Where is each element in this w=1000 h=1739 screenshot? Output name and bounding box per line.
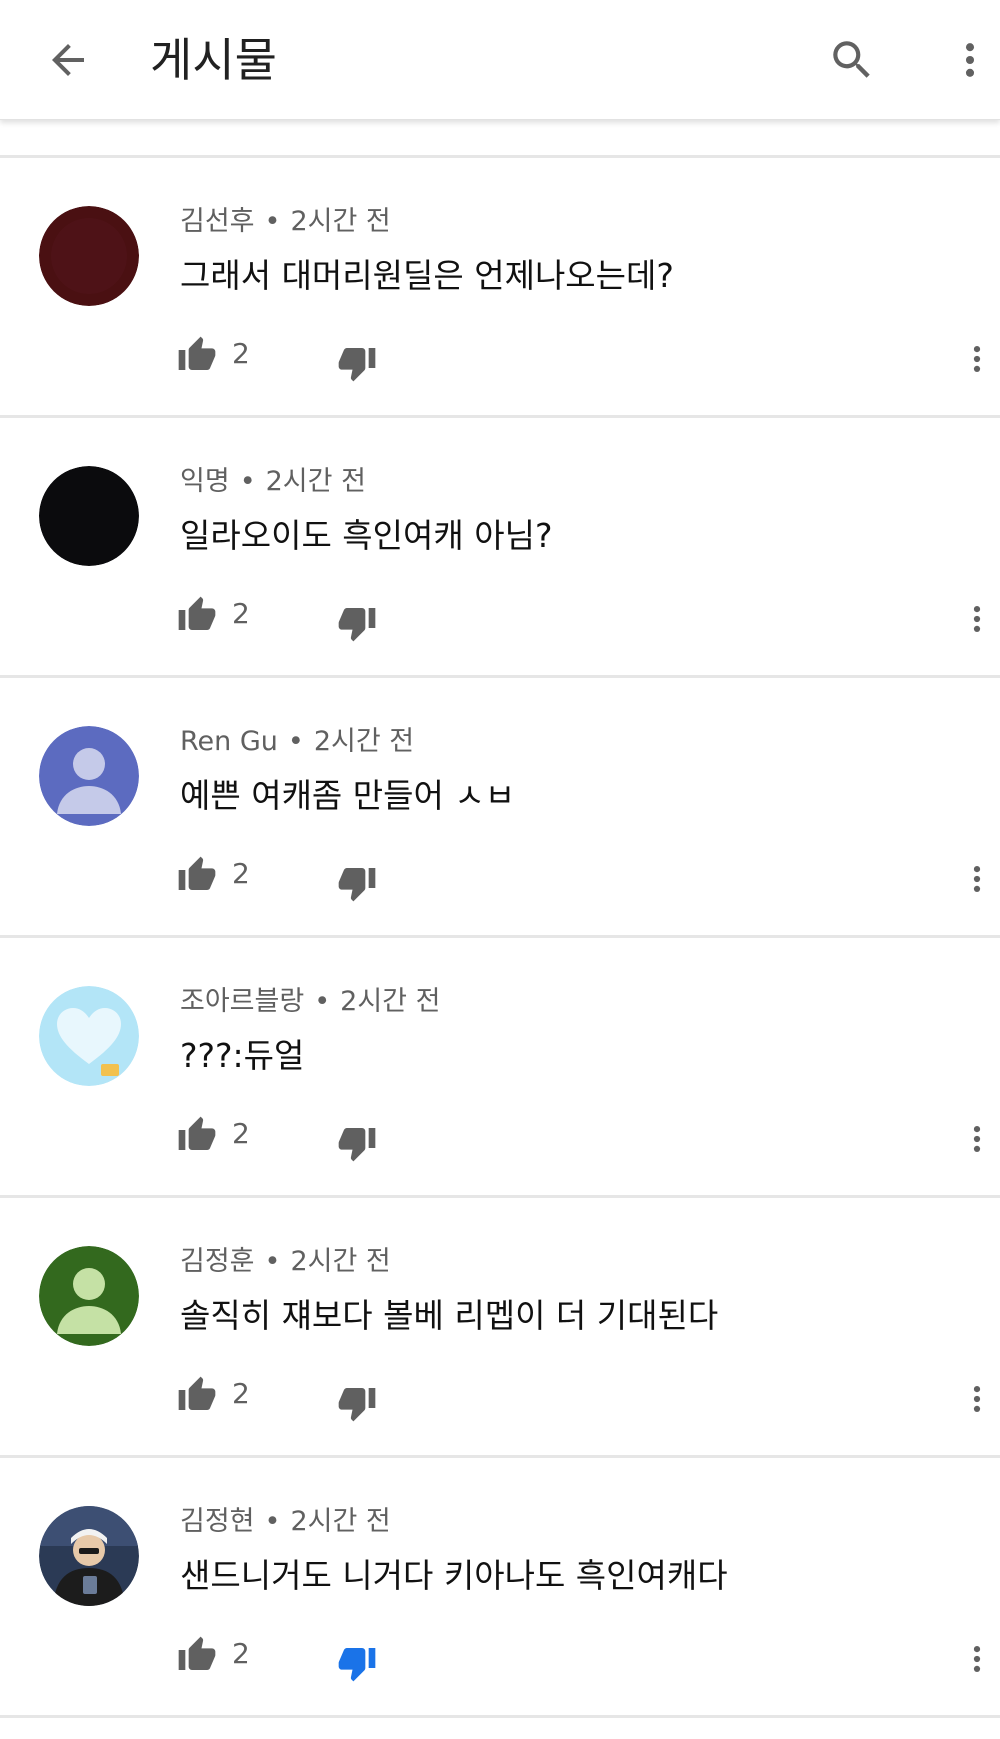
- comment-text: ???:듀얼: [180, 1036, 305, 1075]
- thumbs-up-icon: [178, 1636, 216, 1670]
- heart-avatar: [39, 986, 139, 1086]
- search-button[interactable]: [822, 30, 882, 90]
- comment-menu-button[interactable]: [952, 1114, 1000, 1164]
- like-count: 2: [232, 1637, 250, 1670]
- author-name[interactable]: 김정훈: [180, 1246, 255, 1277]
- more-vertical-icon: [973, 1645, 981, 1673]
- comment-text: 그래서 대머리원딜은 언제나오는데?: [180, 256, 674, 295]
- dislike-button[interactable]: [332, 1378, 382, 1428]
- comment-text: 솔직히 쟤보다 볼베 리멥이 더 기대된다: [180, 1296, 719, 1335]
- timestamp: 2시간 전: [290, 206, 391, 237]
- avatar[interactable]: [39, 1246, 139, 1346]
- more-vertical-icon: [973, 605, 981, 633]
- dark-red-avatar: [39, 206, 139, 306]
- meta-separator: •: [264, 206, 281, 237]
- comment-item: 김정현 • 2시간 전 샌드니거도 니거다 키아나도 흑인여캐다 2: [0, 1458, 1000, 1718]
- more-vertical-icon: [965, 43, 975, 77]
- timestamp: 2시간 전: [313, 726, 415, 757]
- comment-menu-button[interactable]: [952, 1374, 1000, 1424]
- comment-meta: 익명 • 2시간 전: [180, 462, 366, 502]
- author-name[interactable]: 김정현: [180, 1506, 255, 1537]
- author-name[interactable]: 조아르블랑: [180, 986, 304, 1017]
- comment-meta: 조아르블랑 • 2시간 전: [180, 982, 440, 1022]
- thumbs-down-icon: [338, 1648, 376, 1682]
- more-options-button[interactable]: [940, 30, 1000, 90]
- comment-item: 익명 • 2시간 전 일라오이도 흑인여캐 아님? 2: [0, 418, 1000, 678]
- timestamp: 2시간 전: [290, 1506, 391, 1537]
- dislike-button[interactable]: [332, 598, 382, 648]
- more-vertical-icon: [973, 345, 981, 373]
- timestamp: 2시간 전: [265, 466, 366, 497]
- comment-item: 조아르블랑 • 2시간 전 ???:듀얼 2: [0, 938, 1000, 1198]
- thumbs-up-icon: [178, 856, 216, 890]
- like-button[interactable]: [172, 1630, 222, 1680]
- comment-menu-button[interactable]: [952, 1634, 1000, 1684]
- thumbs-down-icon: [338, 1388, 376, 1422]
- arrow-left-icon: [52, 44, 84, 76]
- like-button[interactable]: [172, 1110, 222, 1160]
- like-button[interactable]: [172, 1370, 222, 1420]
- like-count: 2: [232, 1117, 250, 1150]
- timestamp: 2시간 전: [290, 1246, 391, 1277]
- comment-menu-button[interactable]: [952, 594, 1000, 644]
- avatar[interactable]: [39, 466, 139, 566]
- comment-meta: 김선후 • 2시간 전: [180, 202, 391, 242]
- thumbs-down-icon: [338, 868, 376, 902]
- like-count: 2: [232, 857, 250, 890]
- meta-separator: •: [239, 466, 256, 497]
- page-title: 게시물: [150, 33, 277, 87]
- search-icon: [833, 41, 870, 78]
- more-vertical-icon: [973, 1125, 981, 1153]
- like-button[interactable]: [172, 330, 222, 380]
- like-button[interactable]: [172, 590, 222, 640]
- author-name[interactable]: Ren Gu: [180, 726, 278, 757]
- default-person-avatar: [39, 726, 139, 826]
- comment-text: 샌드니거도 니거다 키아나도 흑인여캐다: [180, 1556, 728, 1595]
- dislike-button[interactable]: [332, 858, 382, 908]
- dislike-button[interactable]: [332, 338, 382, 388]
- more-vertical-icon: [973, 1385, 981, 1413]
- avatar[interactable]: [39, 986, 139, 1086]
- comment-item: Ren Gu • 2시간 전 예쁜 여캐좀 만들어 ㅅㅂ 2: [0, 678, 1000, 938]
- black-avatar: [39, 466, 139, 566]
- app-bar: 게시물: [0, 0, 1000, 120]
- comment-meta: 김정현 • 2시간 전: [180, 1502, 391, 1542]
- author-name[interactable]: 익명: [180, 466, 230, 497]
- meta-separator: •: [287, 726, 304, 757]
- like-count: 2: [232, 1377, 250, 1410]
- comment-menu-button[interactable]: [952, 854, 1000, 904]
- thumbs-down-icon: [338, 608, 376, 642]
- thumbs-up-icon: [178, 1376, 216, 1410]
- like-button[interactable]: [172, 850, 222, 900]
- avatar[interactable]: [39, 206, 139, 306]
- thumbs-up-icon: [178, 1116, 216, 1150]
- meta-separator: •: [264, 1506, 281, 1537]
- avatar[interactable]: [39, 1506, 139, 1606]
- avatar[interactable]: [39, 726, 139, 826]
- comment-list: 김선후 • 2시간 전 그래서 대머리원딜은 언제나오는데? 2 익명 • 2시…: [0, 158, 1000, 1718]
- comment-meta: 김정훈 • 2시간 전: [180, 1242, 391, 1282]
- default-person-avatar: [39, 1246, 139, 1346]
- dislike-button-active[interactable]: [332, 1638, 382, 1688]
- like-count: 2: [232, 337, 250, 370]
- more-vertical-icon: [973, 865, 981, 893]
- thumbs-up-icon: [178, 336, 216, 370]
- meta-separator: •: [314, 986, 331, 1017]
- comment-item: 김정훈 • 2시간 전 솔직히 쟤보다 볼베 리멥이 더 기대된다 2: [0, 1198, 1000, 1458]
- thumbs-up-icon: [178, 596, 216, 630]
- like-count: 2: [232, 597, 250, 630]
- back-button[interactable]: [38, 30, 98, 90]
- comment-text: 일라오이도 흑인여캐 아님?: [180, 516, 553, 555]
- photo-avatar: [39, 1506, 139, 1606]
- meta-separator: •: [264, 1246, 281, 1277]
- timestamp: 2시간 전: [340, 986, 441, 1017]
- comment-item: 김선후 • 2시간 전 그래서 대머리원딜은 언제나오는데? 2: [0, 158, 1000, 418]
- comment-text: 예쁜 여캐좀 만들어 ㅅㅂ: [180, 776, 516, 815]
- author-name[interactable]: 김선후: [180, 206, 255, 237]
- thumbs-down-icon: [338, 1128, 376, 1162]
- thumbs-down-icon: [338, 348, 376, 382]
- comment-meta: Ren Gu • 2시간 전: [180, 722, 414, 762]
- comment-menu-button[interactable]: [952, 334, 1000, 384]
- dislike-button[interactable]: [332, 1118, 382, 1168]
